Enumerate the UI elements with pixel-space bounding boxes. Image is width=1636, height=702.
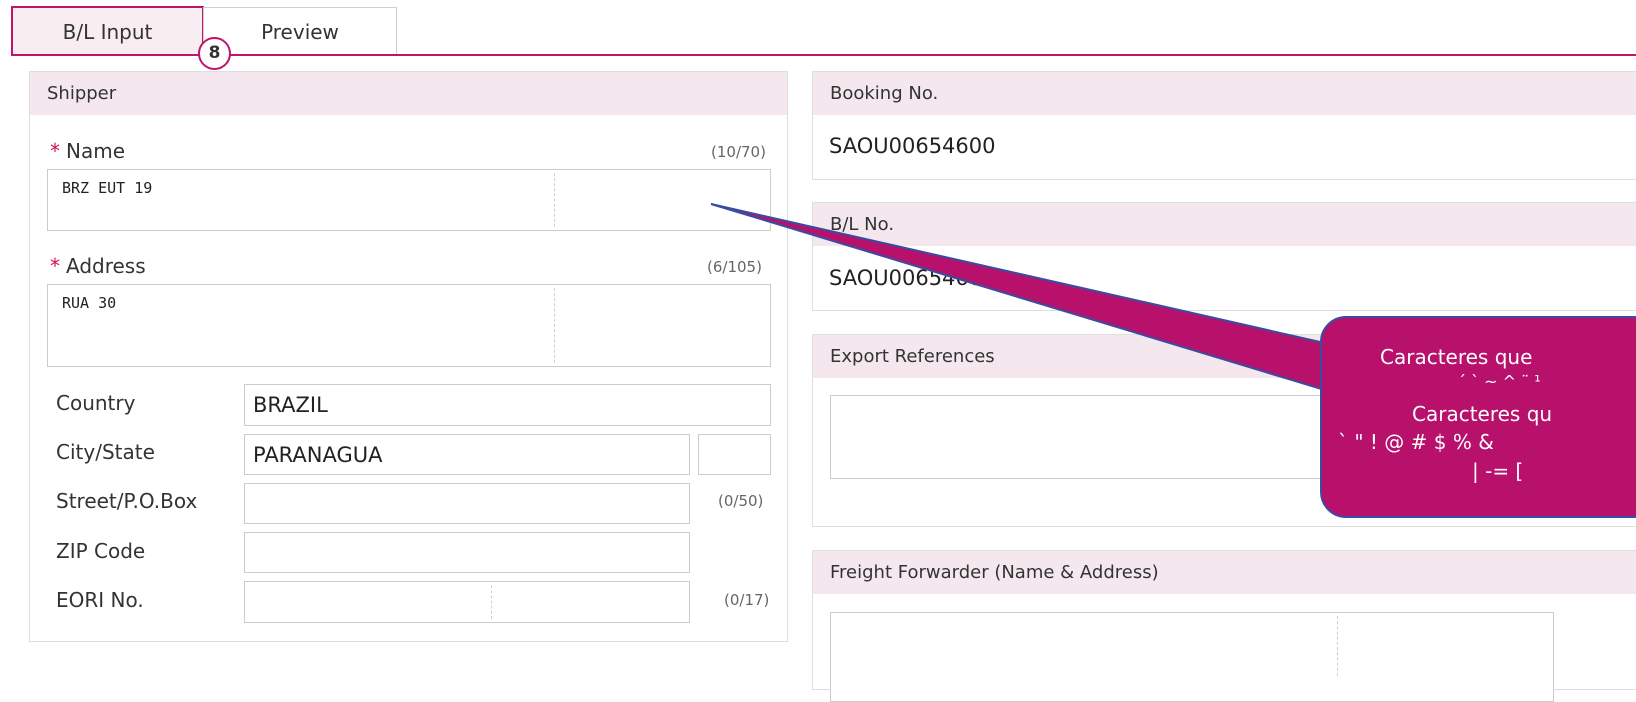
callout-line-3: Caracteres qu xyxy=(1412,402,1553,426)
callout-bubble: Caracteres que ´ ` ~ ^ ¨ ¹ Caracteres qu… xyxy=(1320,316,1636,518)
callout-line-4: ` " ! @ # $ % & xyxy=(1338,430,1494,454)
callout-line-1: Caracteres que xyxy=(1380,345,1533,369)
callout-line-2: ´ ` ~ ^ ¨ ¹ xyxy=(1458,372,1541,391)
callout-line-5: | -= [ xyxy=(1472,459,1524,483)
